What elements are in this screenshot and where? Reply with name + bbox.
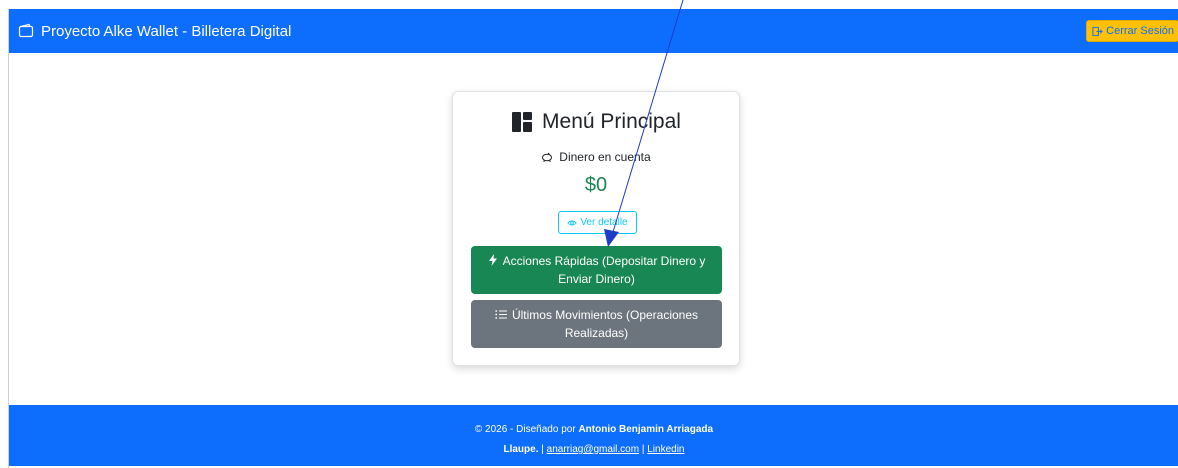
piggy-bank-icon — [542, 152, 553, 162]
footer-line-2: Llaupe. | anarriag@gmail.com | Linkedin — [9, 440, 1178, 460]
balance-label: Dinero en cuenta — [453, 150, 739, 164]
footer-line-1: © 2026 - Diseñado por Antonio Benjamin A… — [9, 420, 1178, 440]
card-title: Menú Principal — [453, 110, 739, 134]
quick-actions-label: Acciones Rápidas (Depositar Dinero y Env… — [502, 254, 706, 286]
logout-icon — [1092, 26, 1103, 36]
balance-amount: $0 — [584, 174, 608, 196]
eye-icon — [567, 220, 578, 225]
logout-button[interactable]: Cerrar Sesión — [1086, 20, 1178, 42]
footer-prefix: © 2026 - Diseñado por — [474, 424, 579, 435]
card-title-text: Menú Principal — [542, 110, 681, 133]
last-movements-label: Últimos Movimientos (Operaciones Realiza… — [511, 308, 699, 340]
wallet-icon — [18, 23, 34, 38]
brand-title: Proyecto Alke Wallet - Billetera Digital — [41, 22, 292, 40]
top-navbar: Proyecto Alke Wallet - Billetera Digital… — [9, 9, 1178, 53]
quick-actions-button[interactable]: Acciones Rápidas (Depositar Dinero y Env… — [471, 246, 722, 294]
footer-separator-1: | — [538, 444, 547, 455]
last-movements-button[interactable]: Últimos Movimientos (Operaciones Realiza… — [471, 300, 722, 348]
dashboard-icon — [512, 112, 533, 132]
footer-author-1: Antonio Benjamin Arriagada — [578, 424, 714, 435]
lightning-icon — [488, 254, 497, 266]
footer-author-2: Llaupe. — [503, 444, 539, 455]
footer-separator-2: | — [639, 444, 648, 455]
list-icon — [495, 310, 507, 319]
footer-email-link[interactable]: anarriag@gmail.com — [547, 444, 639, 455]
footer-linkedin-link[interactable]: Linkedin — [647, 444, 684, 455]
footer: © 2026 - Diseñado por Antonio Benjamin A… — [9, 405, 1178, 466]
browser-viewport: Proyecto Alke Wallet - Billetera Digital… — [8, 9, 1178, 468]
logout-label: Cerrar Sesión — [1106, 25, 1174, 37]
view-detail-label: Ver detalle — [580, 217, 628, 228]
view-detail-button[interactable]: Ver detalle — [558, 211, 637, 234]
brand[interactable]: Proyecto Alke Wallet - Billetera Digital — [18, 23, 291, 40]
main-content: Menú Principal Dinero en cuenta $0 Ver d… — [9, 53, 1178, 405]
balance-label-text: Dinero en cuenta — [559, 150, 651, 164]
main-menu-card: Menú Principal Dinero en cuenta $0 Ver d… — [452, 91, 740, 366]
